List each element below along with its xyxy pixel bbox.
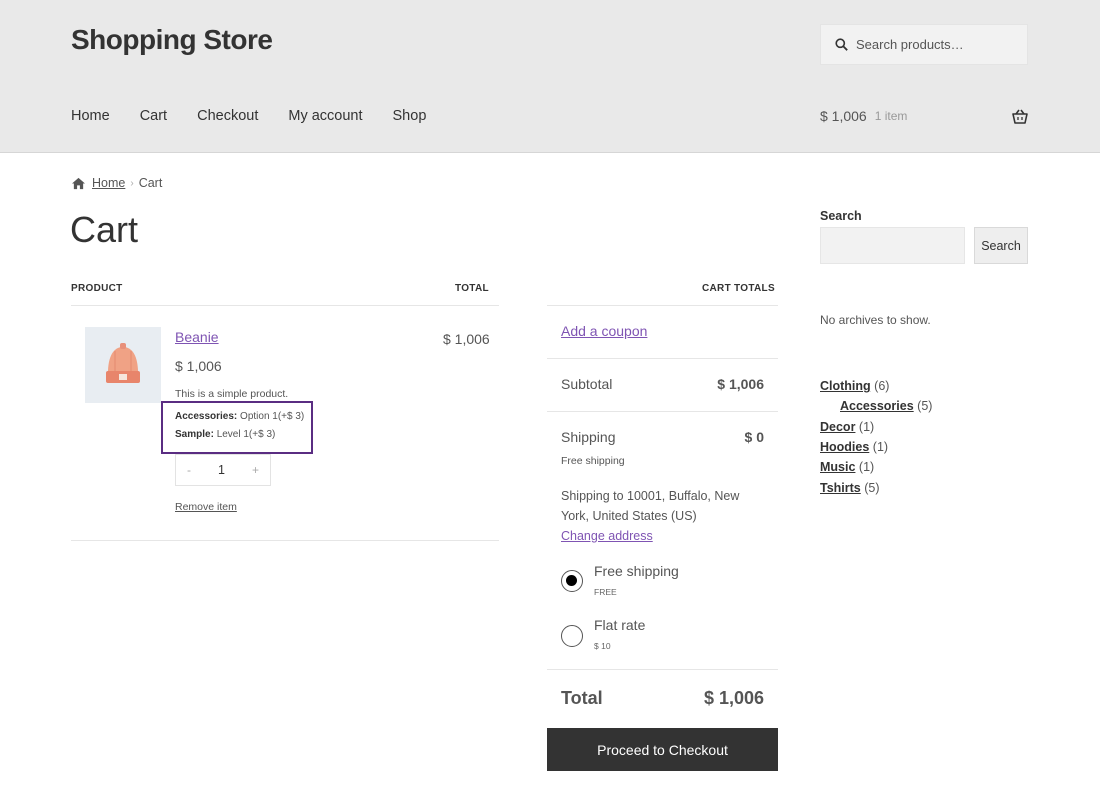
quantity-input[interactable]: 1	[218, 463, 225, 477]
product-options-highlight	[161, 401, 313, 454]
quantity-decrease-button[interactable]: -	[187, 463, 191, 477]
proceed-to-checkout-button[interactable]: Proceed to Checkout	[547, 728, 778, 771]
category-count: (5)	[917, 399, 933, 413]
shipping-label: Shipping	[561, 429, 616, 445]
product-name-link[interactable]: Beanie	[175, 329, 219, 345]
mini-cart[interactable]: $ 1,006 1 item	[820, 108, 1028, 124]
nav-my-account[interactable]: My account	[288, 108, 362, 124]
category-count: (1)	[858, 420, 875, 434]
divider	[547, 411, 778, 412]
add-coupon-link[interactable]: Add a coupon	[561, 323, 647, 339]
divider	[547, 669, 778, 670]
category-link-music[interactable]: Music	[820, 460, 855, 474]
product-description: This is a simple product.	[175, 388, 289, 400]
flat-rate-radio[interactable]	[561, 625, 583, 647]
no-archives-text: No archives to show.	[820, 313, 931, 327]
shipping-method: Free shipping	[561, 455, 625, 467]
meta-accessories: Accessories: Option 1(+$ 3)	[175, 411, 304, 422]
subtotal-label: Subtotal	[561, 376, 613, 392]
sidebar-search-label: Search	[820, 209, 862, 223]
total-value: $ 1,006	[703, 688, 764, 708]
shipping-destination: Shipping to 10001, Buffalo, New York, Un…	[561, 489, 740, 523]
basket-icon	[1012, 109, 1028, 124]
sidebar-search-button[interactable]: Search	[974, 227, 1028, 264]
product-thumbnail[interactable]	[85, 327, 161, 403]
divider	[71, 540, 499, 541]
breadcrumb: Home › Cart	[71, 176, 162, 190]
meta-value: Level 1(+$ 3)	[216, 429, 276, 440]
main-nav: Home Cart Checkout My account Shop	[71, 108, 456, 124]
breadcrumb-home[interactable]: Home	[92, 176, 125, 190]
sidebar-search-input[interactable]	[820, 227, 965, 264]
search-icon	[835, 38, 848, 51]
column-header-product: PRODUCT	[71, 283, 123, 294]
category-link-clothing[interactable]: Clothing	[820, 379, 871, 393]
free-shipping-radio[interactable]	[561, 570, 583, 592]
meta-value: Option 1(+$ 3)	[240, 411, 305, 422]
category-link-tshirts[interactable]: Tshirts	[820, 481, 861, 495]
site-title[interactable]: Shopping Store	[71, 24, 273, 56]
category-item: Decor (1)	[820, 420, 874, 434]
option-name[interactable]: Free shipping	[594, 563, 679, 579]
column-header-total: TOTAL	[455, 283, 489, 294]
category-item: Hoodies (1)	[820, 440, 888, 454]
option-name[interactable]: Flat rate	[594, 617, 645, 633]
breadcrumb-current: Cart	[138, 176, 163, 190]
category-link-accessories[interactable]: Accessories	[840, 399, 914, 413]
meta-sample: Sample: Level 1(+$ 3)	[175, 429, 275, 440]
nav-shop[interactable]: Shop	[393, 108, 427, 124]
category-link-decor[interactable]: Decor	[820, 420, 855, 434]
total-label: Total	[561, 688, 603, 708]
breadcrumb-separator: ›	[130, 177, 134, 189]
category-item: Music (1)	[820, 460, 874, 474]
quantity-increase-button[interactable]: +	[252, 463, 259, 477]
category-item: Tshirts (5)	[820, 481, 880, 495]
home-icon	[72, 177, 85, 189]
line-total: $ 1,006	[443, 331, 490, 347]
option-price: FREE	[594, 587, 617, 597]
meta-label: Accessories:	[175, 411, 238, 422]
meta-label: Sample:	[175, 429, 214, 440]
page-title: Cart	[70, 209, 139, 250]
category-item: Clothing (6)	[820, 379, 889, 393]
category-count: (5)	[864, 481, 880, 495]
shipping-value: $ 0	[744, 429, 764, 445]
product-search-input[interactable]	[856, 37, 1016, 52]
divider	[71, 305, 499, 306]
nav-cart[interactable]: Cart	[140, 108, 167, 124]
product-price: $ 1,006	[175, 358, 222, 374]
subtotal-value: $ 1,006	[717, 376, 764, 392]
divider	[547, 358, 778, 359]
option-price: $ 10	[594, 641, 611, 651]
remove-item-link[interactable]: Remove item	[175, 501, 237, 513]
site-header: Shopping Store Home Cart Checkout My acc…	[0, 0, 1100, 153]
category-count: (1)	[872, 440, 889, 454]
divider	[547, 305, 778, 306]
category-item: Accessories (5)	[840, 399, 932, 413]
product-search-box[interactable]	[820, 24, 1028, 65]
nav-home[interactable]: Home	[71, 108, 110, 124]
quantity-stepper: - 1 +	[175, 454, 271, 486]
change-address-link[interactable]: Change address	[561, 529, 653, 543]
category-count: (6)	[874, 379, 890, 393]
mini-cart-amount: $ 1,006	[820, 108, 867, 124]
beanie-image	[106, 343, 140, 383]
category-count: (1)	[858, 460, 875, 474]
nav-checkout[interactable]: Checkout	[197, 108, 258, 124]
category-link-hoodies[interactable]: Hoodies	[820, 440, 869, 454]
cart-totals-heading: CART TOTALS	[702, 283, 775, 294]
mini-cart-count: 1 item	[874, 109, 908, 123]
